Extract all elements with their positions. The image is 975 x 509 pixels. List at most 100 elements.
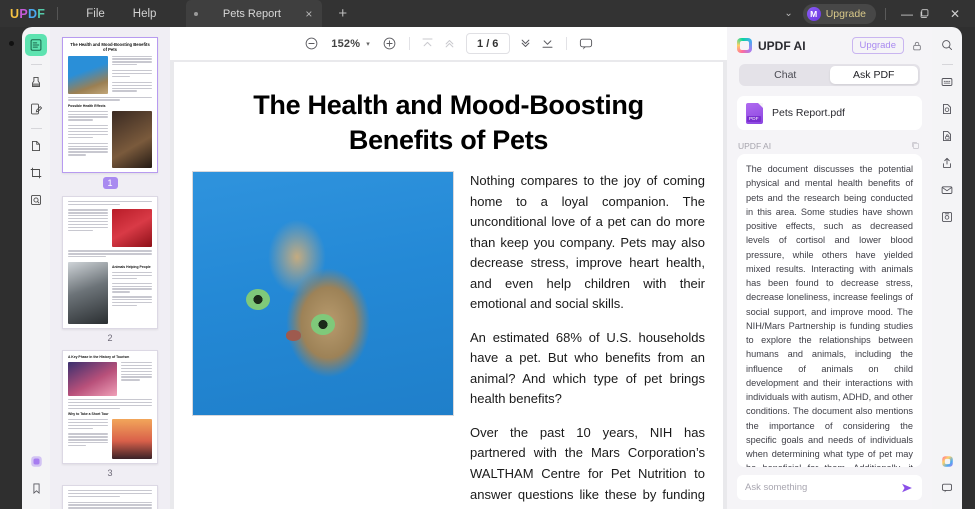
next-page-button[interactable] <box>515 33 537 55</box>
share-icon[interactable] <box>936 152 958 174</box>
titlebar-right-group: ⌄ M Upgrade — ✕ <box>774 3 975 24</box>
divider <box>30 128 42 129</box>
thumb-image <box>112 209 152 248</box>
maximize-icon[interactable] <box>919 8 943 19</box>
thumb-title: A Key Phase in the History of Tourism <box>68 355 130 360</box>
ai-input-row <box>737 475 922 500</box>
thumbnail-page-2[interactable]: Animals Helping People <box>62 195 158 330</box>
ai-mode-tabs: Chat Ask PDF <box>739 64 920 86</box>
protect-icon[interactable] <box>936 125 958 147</box>
ai-panel-title: UPDF AI <box>758 38 806 53</box>
decorative-shape <box>286 330 301 342</box>
email-icon[interactable] <box>936 179 958 201</box>
sidebar-item-organize-pages[interactable] <box>25 135 47 157</box>
zoom-in-button[interactable] <box>378 32 402 56</box>
copy-icon[interactable] <box>910 140 921 151</box>
paragraph: Nothing compares to the joy of coming ho… <box>470 173 705 312</box>
thumbnail-page-number: 2 <box>107 333 113 344</box>
close-icon[interactable]: × <box>301 7 316 21</box>
tab-ask-pdf[interactable]: Ask PDF <box>829 66 918 84</box>
app-logo: UPDF <box>10 6 46 21</box>
pdf-file-icon <box>746 102 763 124</box>
divider <box>57 7 59 20</box>
sidebar-item-edit-pdf[interactable] <box>25 98 47 120</box>
chevron-down-icon[interactable]: ⌄ <box>774 8 802 19</box>
ai-assistant-icon[interactable] <box>936 450 958 472</box>
close-window-icon[interactable]: ✕ <box>943 7 967 21</box>
chevron-down-icon[interactable]: ▾ <box>366 40 370 48</box>
cat-photo-image <box>192 171 454 417</box>
upgrade-label: Upgrade <box>825 7 866 20</box>
ai-message-header: UPDF AI <box>727 130 932 154</box>
page-title: The Health and Mood-Boosting Benefits of… <box>253 90 644 155</box>
divider <box>565 37 567 50</box>
lock-icon[interactable] <box>911 40 923 52</box>
zoom-level-value[interactable]: 152% <box>331 38 360 50</box>
minimize-icon[interactable]: — <box>895 7 919 21</box>
thumb-image <box>112 418 152 459</box>
ai-response-message: The document discusses the potential phy… <box>737 154 922 467</box>
sidebar-item-annotate[interactable] <box>25 71 47 93</box>
page-thumbnail-panel[interactable]: The Health and Mood-Boosting Benefits of… <box>50 27 170 509</box>
divider <box>885 7 886 20</box>
compress-icon[interactable] <box>936 98 958 120</box>
tab-chat[interactable]: Chat <box>741 66 830 84</box>
sidebar-item-convert-ocr[interactable] <box>25 189 47 211</box>
tab-title: Pets Report <box>222 7 281 20</box>
previous-page-button[interactable] <box>439 33 461 55</box>
ai-prompt-input[interactable] <box>745 482 900 493</box>
save-as-icon[interactable] <box>936 206 958 228</box>
sidebar-item-crop-pages[interactable] <box>25 162 47 184</box>
view-mode-button[interactable] <box>574 32 598 56</box>
document-text-column: Nothing compares to the joy of coming ho… <box>470 171 705 509</box>
thumb-heading: Why to Take a Short Tour <box>68 411 109 416</box>
sidebar-item-ai-assistant[interactable] <box>25 450 47 472</box>
document-tab[interactable]: Pets Report × <box>186 0 323 27</box>
ai-sender-label: UPDF AI <box>738 140 772 151</box>
divider <box>30 64 42 65</box>
thumbnail-page-number: 3 <box>107 467 113 478</box>
page-number-input[interactable]: 1 / 6 <box>465 33 510 54</box>
tab-modified-dot <box>194 11 199 16</box>
upgrade-button[interactable]: M Upgrade <box>802 3 876 24</box>
ai-assistant-panel: UPDF AI Upgrade Chat Ask PDF Pets Report… <box>727 27 932 509</box>
thumb-heading: Possible Health Effects <box>68 103 106 108</box>
decorative-shape <box>311 314 335 336</box>
paragraph: Over the past 10 years, NIH has partnere… <box>470 424 705 509</box>
title-bar: UPDF File Help Pets Report × + ⌄ M Upgra… <box>0 0 975 27</box>
thumb-image <box>68 55 108 94</box>
document-view[interactable]: The Health and Mood-Boosting Benefits of… <box>170 60 727 509</box>
thumb-image <box>68 262 108 325</box>
thumb-heading: Animals Helping People <box>112 265 151 270</box>
thumbnail-page-4[interactable] <box>62 484 158 509</box>
last-page-button[interactable] <box>537 33 559 55</box>
thumbnail-page-3[interactable]: A Key Phase in the History of Tourism Wh… <box>62 350 158 464</box>
left-tool-pane <box>22 27 50 509</box>
ocr-icon[interactable] <box>936 71 958 93</box>
divider <box>408 37 410 50</box>
right-tool-pane <box>932 27 962 509</box>
menu-file[interactable]: File <box>72 4 119 24</box>
first-page-button[interactable] <box>417 33 439 55</box>
rail-dot-icon <box>9 41 14 46</box>
sidebar-item-reader[interactable] <box>25 34 47 56</box>
attached-file-card[interactable]: Pets Report.pdf <box>737 96 922 130</box>
feedback-icon[interactable] <box>936 477 958 499</box>
zoom-out-button[interactable] <box>299 32 323 56</box>
search-icon[interactable] <box>936 34 958 56</box>
divider <box>941 64 953 65</box>
member-badge-icon: M <box>806 6 821 21</box>
thumbnail-page-number: 1 <box>102 176 118 189</box>
attached-file-name: Pets Report.pdf <box>772 107 845 119</box>
menu-help[interactable]: Help <box>119 4 171 24</box>
sidebar-item-bookmark[interactable] <box>25 477 47 499</box>
thumb-image <box>112 110 152 168</box>
right-edge-rail <box>962 27 975 509</box>
updf-ai-logo-icon <box>737 38 752 53</box>
decorative-shape <box>246 289 270 311</box>
thumb-title: The Health and Mood-Boosting Benefits of… <box>70 42 150 53</box>
new-tab-button[interactable]: + <box>334 5 351 22</box>
send-icon[interactable] <box>900 482 914 494</box>
thumbnail-page-1[interactable]: The Health and Mood-Boosting Benefits of… <box>62 37 158 173</box>
ai-upgrade-button[interactable]: Upgrade <box>851 37 904 54</box>
